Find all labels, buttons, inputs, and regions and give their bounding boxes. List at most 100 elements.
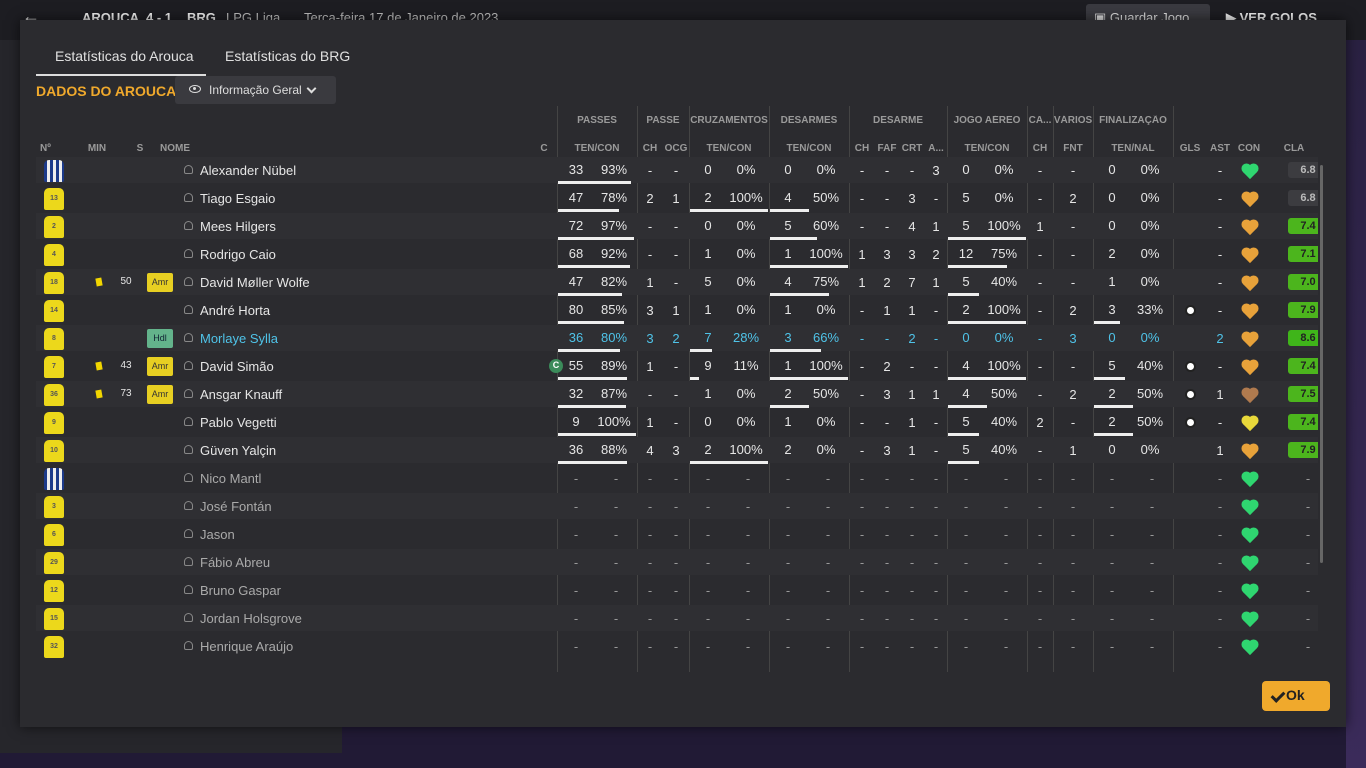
empty-stat: - [745, 639, 751, 654]
empty-stat: - [1149, 555, 1155, 570]
column-header-passes[interactable]: TEN/CON [557, 143, 637, 154]
player-profile-icon[interactable] [184, 389, 193, 398]
player-name[interactable]: David Simão [200, 359, 274, 374]
empty-stat: - [963, 639, 969, 654]
tackles-bar [770, 377, 848, 380]
pass-chances: - [647, 219, 653, 234]
player-profile-icon[interactable] [184, 473, 193, 482]
aerial-percent: 100% [987, 358, 1021, 373]
player-name[interactable]: José Fontán [200, 499, 272, 514]
pass-ocg: 1 [672, 191, 680, 206]
empty-stat: - [909, 639, 915, 654]
player-name[interactable]: David Møller Wolfe [200, 275, 310, 290]
aerial-percent: 0% [994, 330, 1014, 345]
player-name[interactable]: Alexander Nübel [200, 163, 296, 178]
player-name[interactable]: Morlaye Sylla [200, 331, 278, 346]
player-profile-icon[interactable] [184, 557, 193, 566]
tab-brg-stats[interactable]: Estatísticas do BRG [225, 48, 350, 64]
condition-heart-icon [1242, 416, 1258, 432]
column-header-s[interactable]: S [132, 143, 148, 154]
column-header-des-a[interactable]: A... [925, 143, 947, 154]
player-name[interactable]: Güven Yalçin [200, 443, 276, 458]
player-profile-icon[interactable] [184, 445, 193, 454]
player-profile-icon[interactable] [184, 277, 193, 286]
player-name[interactable]: Ansgar Knauff [200, 387, 282, 402]
column-header-aereo[interactable]: TEN/CON [947, 143, 1027, 154]
column-header-c[interactable]: C [534, 143, 554, 154]
column-header-num[interactable]: Nº [40, 143, 54, 154]
view-dropdown[interactable]: Informação Geral [175, 76, 336, 104]
passes-attempts: 47 [568, 190, 584, 205]
player-name[interactable]: Henrique Araújo [200, 639, 293, 654]
player-profile-icon[interactable] [184, 361, 193, 370]
player-name[interactable]: Nico Mantl [200, 471, 261, 486]
shots-attempts: 2 [1108, 246, 1116, 261]
column-header-final[interactable]: TEN/NAL [1093, 143, 1173, 154]
player-name[interactable]: Rodrigo Caio [200, 247, 276, 262]
column-header-desarmes[interactable]: TEN/CON [769, 143, 849, 154]
group-header: CRUZAMENTOS [690, 115, 768, 126]
column-header-ast[interactable]: AST [1206, 143, 1234, 154]
shots-percent: 50% [1136, 414, 1164, 429]
column-header-passe-ocg[interactable]: OCG [663, 143, 689, 154]
column-header-des-crt[interactable]: CRT [900, 143, 924, 154]
ca-ch: - [1037, 247, 1043, 262]
shots-bar [1094, 377, 1125, 380]
empty-stat: - [613, 555, 619, 570]
column-header-cla[interactable]: CLA [1274, 143, 1314, 154]
player-profile-icon[interactable] [184, 641, 193, 650]
crosses-percent: 100% [729, 442, 763, 457]
tackle-crt: 1 [908, 443, 916, 458]
player-name[interactable]: Tiago Esgaio [200, 191, 275, 206]
pass-ocg: - [673, 219, 679, 234]
empty-stat: - [1003, 555, 1009, 570]
column-header-des-faf[interactable]: FAF [875, 143, 899, 154]
player-profile-icon[interactable] [184, 193, 193, 202]
player-profile-icon[interactable] [184, 305, 193, 314]
empty-stat: - [884, 499, 890, 514]
column-header-ca-ch[interactable]: CH [1027, 143, 1053, 154]
passes-bar [558, 321, 624, 324]
crosses-percent: 28% [732, 330, 760, 345]
column-header-min[interactable]: MIN [84, 143, 110, 154]
player-name[interactable]: Jason [200, 527, 235, 542]
player-rating: 6.8 [1288, 190, 1318, 206]
player-name[interactable]: Pablo Vegetti [200, 415, 277, 430]
tab-arouca-stats[interactable]: Estatísticas do Arouca [55, 48, 194, 64]
empty-stat: - [1217, 611, 1223, 626]
kit-shirt-icon: 6 [44, 524, 64, 546]
player-profile-icon[interactable] [184, 585, 193, 594]
player-profile-icon[interactable] [184, 529, 193, 538]
column-header-gls[interactable]: GLS [1176, 143, 1204, 154]
empty-stat: - [933, 499, 939, 514]
condition-heart-icon [1242, 248, 1258, 264]
player-profile-icon[interactable] [184, 165, 193, 174]
player-profile-icon[interactable] [184, 501, 193, 510]
player-name[interactable]: Fábio Abreu [200, 555, 270, 570]
player-profile-icon[interactable] [184, 613, 193, 622]
column-header-cruz[interactable]: TEN/CON [689, 143, 769, 154]
table-scrollbar[interactable] [1320, 165, 1323, 563]
pass-chances: 1 [646, 275, 654, 290]
ok-button[interactable]: Ok [1262, 681, 1330, 711]
player-profile-icon[interactable] [184, 221, 193, 230]
column-header-name[interactable]: NOME [160, 143, 220, 154]
player-profile-icon[interactable] [184, 249, 193, 258]
player-name[interactable]: Bruno Gaspar [200, 583, 281, 598]
crosses-percent: 0% [736, 218, 756, 233]
player-profile-icon[interactable] [184, 333, 193, 342]
empty-stat: - [705, 611, 711, 626]
column-header-con[interactable]: CON [1236, 143, 1262, 154]
column-header-fnt[interactable]: FNT [1053, 143, 1093, 154]
player-name[interactable]: André Horta [200, 303, 270, 318]
column-header-passe-ch[interactable]: CH [639, 143, 661, 154]
player-name[interactable]: Mees Hilgers [200, 219, 276, 234]
tackles-percent: 66% [812, 330, 840, 345]
column-header-des-ch[interactable]: CH [849, 143, 875, 154]
tackle-crt: - [909, 163, 915, 178]
player-profile-icon[interactable] [184, 417, 193, 426]
player-name[interactable]: Jordan Holsgrove [200, 611, 302, 626]
view-dropdown-value: Informação Geral [209, 83, 302, 97]
goal-ball-icon [1185, 389, 1196, 400]
tackles-bar [770, 293, 829, 296]
